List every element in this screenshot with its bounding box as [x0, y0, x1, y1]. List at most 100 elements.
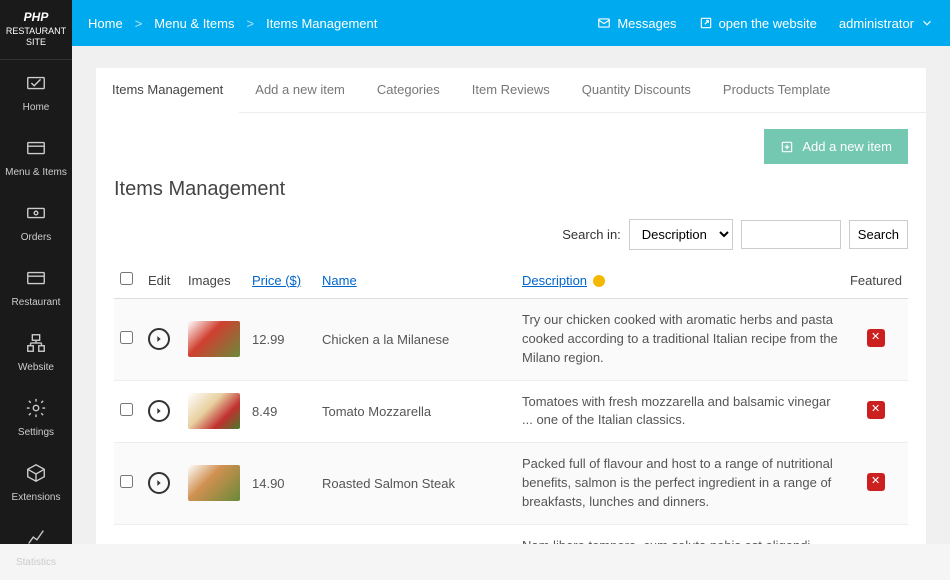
menu-icon	[4, 137, 68, 162]
arrow-right-icon	[154, 334, 164, 344]
sort-indicator-icon	[593, 275, 605, 287]
sidebar-item-label: Website	[18, 362, 54, 373]
tab-discounts[interactable]: Quantity Discounts	[566, 68, 707, 112]
breadcrumb-menu[interactable]: Menu & Items	[154, 16, 234, 31]
edit-button[interactable]	[148, 472, 170, 494]
breadcrumb: Home > Menu & Items > Items Management	[88, 16, 377, 31]
col-images: Images	[182, 262, 246, 299]
external-icon	[699, 16, 713, 30]
tab-categories[interactable]: Categories	[361, 68, 456, 112]
messages-link[interactable]: Messages	[597, 16, 676, 31]
featured-badge[interactable]	[867, 473, 885, 491]
search-label: Search in:	[562, 227, 621, 242]
tab-items-management[interactable]: Items Management	[96, 68, 239, 113]
search-input[interactable]	[741, 220, 841, 249]
brand-line2: RESTAURANT	[4, 26, 68, 38]
search-button[interactable]: Search	[849, 220, 908, 249]
cell-description: Nam libero tempore, cum soluta nobis est…	[516, 524, 844, 544]
select-all-checkbox[interactable]	[120, 272, 133, 285]
cell-name: Tomato Mozzarella	[316, 380, 516, 443]
table-row: 14.90Roasted Salmon SteakPacked full of …	[114, 443, 908, 525]
col-price-sort[interactable]: Price ($)	[252, 273, 301, 288]
chevron-right-icon: >	[246, 16, 254, 31]
brand-line3: SITE	[4, 37, 68, 49]
row-checkbox[interactable]	[120, 331, 133, 344]
add-item-button[interactable]: Add a new item	[764, 129, 908, 164]
row-checkbox[interactable]	[120, 475, 133, 488]
breadcrumb-home[interactable]: Home	[88, 16, 123, 31]
cell-price: 14.90	[246, 443, 316, 525]
orders-icon	[4, 202, 68, 227]
chevron-down-icon	[920, 16, 934, 30]
add-item-label: Add a new item	[802, 139, 892, 154]
col-featured: Featured	[844, 262, 908, 299]
sidebar-item-statistics[interactable]: Statistics	[0, 515, 72, 580]
item-thumbnail[interactable]	[188, 465, 240, 501]
cell-name: Roasted Salmon Steak	[316, 443, 516, 525]
brand-line1: PHP	[4, 10, 68, 26]
tab-add-item[interactable]: Add a new item	[239, 68, 361, 112]
sidebar-item-label: Menu & Items	[5, 167, 67, 178]
edit-button[interactable]	[148, 400, 170, 422]
restaurant-icon	[4, 267, 68, 292]
chevron-right-icon: >	[135, 16, 143, 31]
item-thumbnail[interactable]	[188, 393, 240, 429]
brand-logo: PHP RESTAURANT SITE	[0, 0, 72, 60]
edit-button[interactable]	[148, 328, 170, 350]
gear-icon	[4, 397, 68, 422]
plus-icon	[780, 140, 794, 154]
items-table: Edit Images Price ($) Name Description F…	[114, 262, 908, 544]
topbar: Home > Menu & Items > Items Management M…	[72, 0, 950, 46]
cell-price: 8.49	[246, 380, 316, 443]
sidebar-item-orders[interactable]: Orders	[0, 190, 72, 255]
open-site-link[interactable]: open the website	[699, 16, 817, 31]
featured-badge[interactable]	[867, 329, 885, 347]
search-field-select[interactable]: Description	[629, 219, 733, 250]
sidebar-item-home[interactable]: Home	[0, 60, 72, 125]
stats-icon	[4, 527, 68, 552]
sidebar-item-label: Settings	[18, 427, 54, 438]
cell-description: Try our chicken cooked with aromatic her…	[516, 299, 844, 381]
website-icon	[4, 332, 68, 357]
sidebar-item-label: Statistics	[16, 557, 56, 568]
col-name-sort[interactable]: Name	[322, 273, 357, 288]
mail-icon	[597, 16, 611, 30]
tab-reviews[interactable]: Item Reviews	[456, 68, 566, 112]
table-row: 8.49Tomato MozzarellaTomatoes with fresh…	[114, 380, 908, 443]
row-checkbox[interactable]	[120, 403, 133, 416]
user-menu[interactable]: administrator	[839, 16, 934, 31]
arrow-right-icon	[154, 478, 164, 488]
table-row: 12.99Chicken a la MilaneseTry our chicke…	[114, 299, 908, 381]
sidebar-item-label: Restaurant	[12, 297, 61, 308]
sidebar: PHP RESTAURANT SITE Home Menu & Items Or…	[0, 0, 72, 544]
sidebar-item-extensions[interactable]: Extensions	[0, 450, 72, 515]
search-bar: Search in: Description Search	[114, 219, 908, 250]
cube-icon	[4, 462, 68, 487]
arrow-right-icon	[154, 406, 164, 416]
featured-badge[interactable]	[867, 401, 885, 419]
breadcrumb-current: Items Management	[266, 16, 377, 31]
cell-description: Packed full of flavour and host to a ran…	[516, 443, 844, 525]
messages-label: Messages	[617, 16, 676, 31]
cell-price: 9.00	[246, 524, 316, 544]
tabs: Items Management Add a new item Categori…	[96, 68, 926, 113]
item-thumbnail[interactable]	[188, 321, 240, 357]
sidebar-item-settings[interactable]: Settings	[0, 385, 72, 450]
table-row: 9.00Pancakes with Maple SyrupNam libero …	[114, 524, 908, 544]
sidebar-item-restaurant[interactable]: Restaurant	[0, 255, 72, 320]
page-title: Items Management	[114, 178, 908, 201]
sidebar-item-menu[interactable]: Menu & Items	[0, 125, 72, 190]
open-site-label: open the website	[719, 16, 817, 31]
sidebar-item-label: Home	[23, 102, 50, 113]
user-label: administrator	[839, 16, 914, 31]
sidebar-item-website[interactable]: Website	[0, 320, 72, 385]
sidebar-item-label: Extensions	[12, 492, 61, 503]
home-icon	[4, 72, 68, 97]
cell-description: Tomatoes with fresh mozzarella and balsa…	[516, 380, 844, 443]
cell-price: 12.99	[246, 299, 316, 381]
col-description-sort[interactable]: Description	[522, 273, 587, 288]
cell-name: Chicken a la Milanese	[316, 299, 516, 381]
col-edit: Edit	[142, 262, 182, 299]
tab-template[interactable]: Products Template	[707, 68, 846, 112]
sidebar-item-label: Orders	[21, 232, 52, 243]
